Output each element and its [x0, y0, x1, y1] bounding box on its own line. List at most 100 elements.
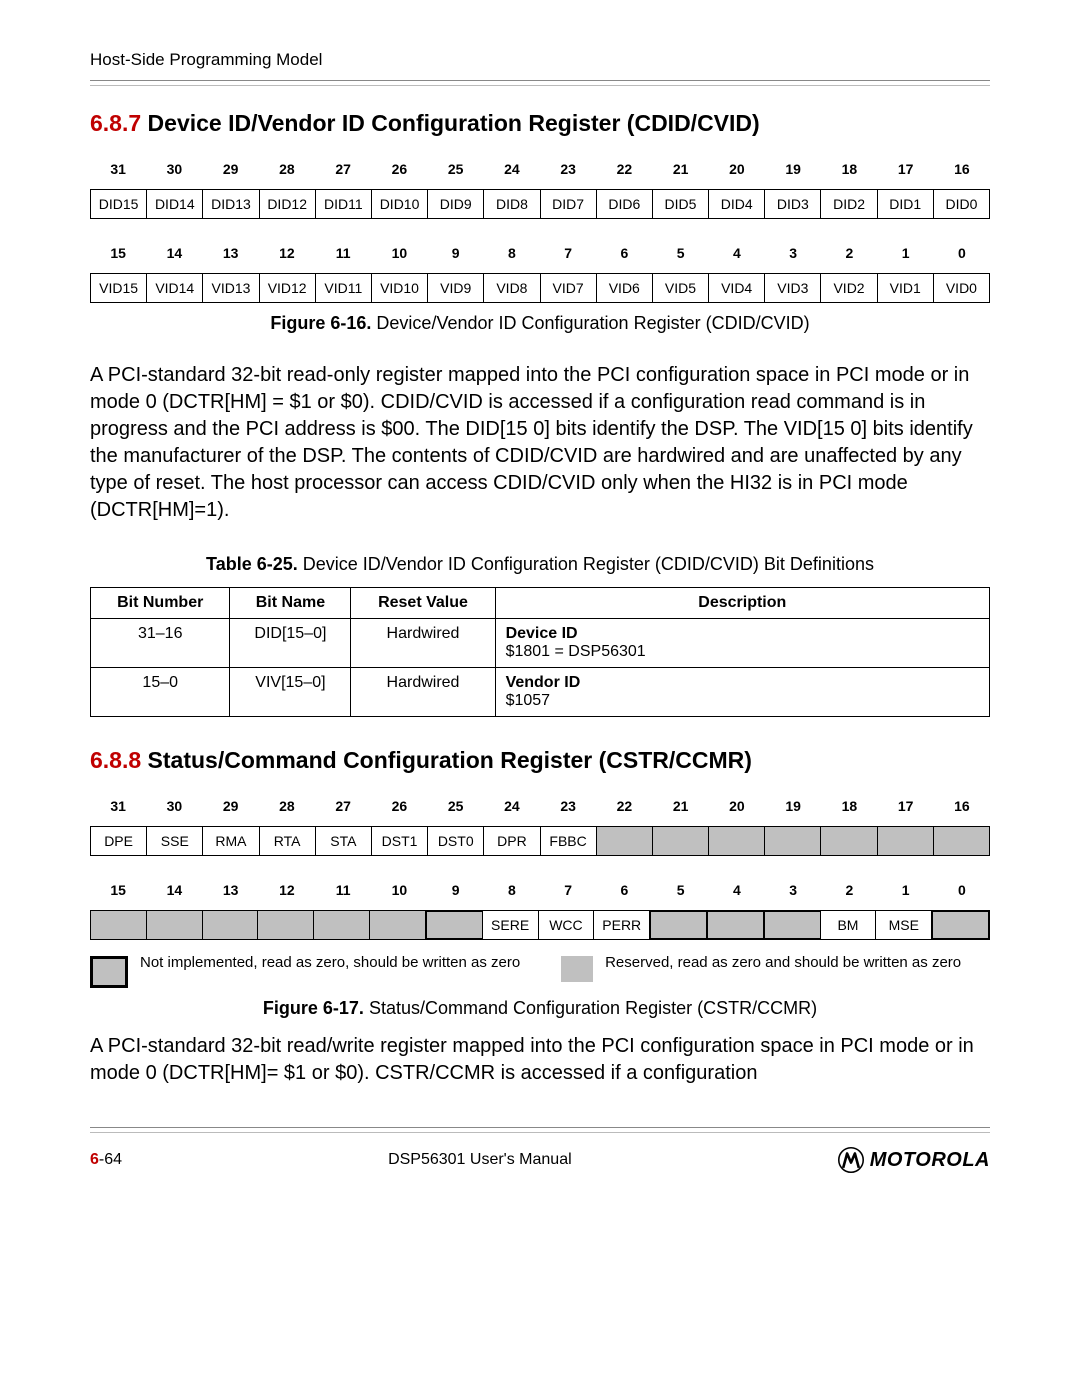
bit-number: 28 — [259, 794, 315, 818]
bit-number-row-31-16: 31302928272625242322212019181716 — [90, 794, 990, 818]
bit-number: 27 — [315, 794, 371, 818]
bit-field: VID7 — [540, 273, 596, 303]
bit-number: 16 — [934, 794, 990, 818]
bit-number: 10 — [371, 241, 427, 265]
bit-number: 7 — [540, 241, 596, 265]
figure-label: Figure 6-17. — [263, 998, 364, 1018]
bit-number: 3 — [765, 241, 821, 265]
bit-field: DID11 — [315, 189, 371, 219]
bit-number: 27 — [315, 157, 371, 181]
bit-number: 16 — [934, 157, 990, 181]
bit-number: 12 — [259, 241, 315, 265]
figure-title: Status/Command Configuration Register (C… — [364, 998, 817, 1018]
bit-field: DID10 — [371, 189, 427, 219]
table-cell: DID[15–0] — [230, 619, 351, 668]
section-body-688: A PCI-standard 32-bit read/write registe… — [90, 1033, 990, 1087]
bit-field: VID10 — [371, 273, 427, 303]
bit-number: 4 — [709, 241, 765, 265]
bit-field: DID13 — [202, 189, 258, 219]
legend-swatch-reserved — [561, 956, 593, 982]
bit-field: DID14 — [146, 189, 202, 219]
bit-field: DID15 — [90, 189, 146, 219]
bit-field: VID4 — [708, 273, 764, 303]
bit-field-row-did: DID15DID14DID13DID12DID11DID10DID9DID8DI… — [90, 189, 990, 219]
bit-field: BM — [820, 910, 876, 940]
bit-number: 30 — [146, 157, 202, 181]
table-row: 31–16DID[15–0]HardwiredDevice ID$1801 = … — [91, 619, 990, 668]
bit-field: DID7 — [540, 189, 596, 219]
bit-field: DID9 — [427, 189, 483, 219]
bit-number: 23 — [540, 157, 596, 181]
header-rule — [90, 80, 990, 86]
bit-number-row-15-0: 1514131211109876543210 — [90, 241, 990, 265]
bit-field: VID13 — [202, 273, 258, 303]
bit-field: VID14 — [146, 273, 202, 303]
bit-number: 17 — [878, 794, 934, 818]
section-number: 6.8.8 — [90, 747, 141, 773]
table-cell: Device ID$1801 = DSP56301 — [495, 619, 989, 668]
bit-field: RMA — [202, 826, 258, 856]
bit-field-row-status: DPESSERMARTASTADST1DST0DPRFBBC — [90, 826, 990, 856]
bit-field: DID3 — [764, 189, 820, 219]
bit-number: 17 — [878, 157, 934, 181]
bit-number: 22 — [596, 157, 652, 181]
bit-number: 9 — [428, 241, 484, 265]
bit-number: 5 — [653, 878, 709, 902]
bit-number: 2 — [821, 878, 877, 902]
section-heading-687: 6.8.7 Device ID/Vendor ID Configuration … — [90, 110, 990, 137]
bit-number: 18 — [821, 157, 877, 181]
bit-number: 25 — [428, 794, 484, 818]
bit-field-row-vid: VID15VID14VID13VID12VID11VID10VID9VID8VI… — [90, 273, 990, 303]
bit-number: 2 — [821, 241, 877, 265]
bit-field: VID12 — [259, 273, 315, 303]
bit-field: DPE — [90, 826, 146, 856]
bit-field: VID8 — [483, 273, 539, 303]
footer-rule — [90, 1127, 990, 1133]
bit-number: 24 — [484, 157, 540, 181]
bit-number: 29 — [203, 157, 259, 181]
bit-field — [764, 826, 820, 856]
table-title: Device ID/Vendor ID Configuration Regist… — [298, 554, 874, 574]
bit-number: 3 — [765, 878, 821, 902]
bit-number: 18 — [821, 794, 877, 818]
figure-label: Figure 6-16. — [270, 313, 371, 333]
bit-field — [763, 910, 820, 940]
bit-field: VID5 — [652, 273, 708, 303]
bit-number: 26 — [371, 157, 427, 181]
figure-title: Device/Vendor ID Configuration Register … — [371, 313, 809, 333]
table-cell: 31–16 — [91, 619, 230, 668]
bit-number: 28 — [259, 157, 315, 181]
bit-field — [369, 910, 425, 940]
bit-field: VID11 — [315, 273, 371, 303]
bit-number: 22 — [596, 794, 652, 818]
bit-field — [820, 826, 876, 856]
bit-field — [90, 910, 146, 940]
bit-field — [146, 910, 202, 940]
bit-field: VID3 — [764, 273, 820, 303]
bit-field: DID1 — [877, 189, 933, 219]
bit-number: 13 — [203, 878, 259, 902]
bit-field: DID0 — [933, 189, 990, 219]
bit-number: 31 — [90, 157, 146, 181]
bit-field: DST0 — [427, 826, 483, 856]
bit-field: VID1 — [877, 273, 933, 303]
table-cell: Hardwired — [351, 619, 495, 668]
bit-number: 0 — [934, 878, 990, 902]
bit-number: 20 — [709, 794, 765, 818]
table-caption-625: Table 6-25. Device ID/Vendor ID Configur… — [90, 554, 990, 575]
legend-text-not-implemented: Not implemented, read as zero, should be… — [140, 954, 549, 971]
bit-number: 1 — [878, 241, 934, 265]
section-title: Device ID/Vendor ID Configuration Regist… — [141, 110, 760, 136]
bit-number: 0 — [934, 241, 990, 265]
bit-field-row-command: SEREWCCPERRBMMSE — [90, 910, 990, 940]
bit-number: 8 — [484, 878, 540, 902]
figure-caption-617: Figure 6-17. Status/Command Configuratio… — [90, 998, 990, 1019]
bit-field: PERR — [593, 910, 649, 940]
bit-field: DID6 — [596, 189, 652, 219]
bit-field: VID9 — [427, 273, 483, 303]
bit-field — [596, 826, 652, 856]
bit-field — [877, 826, 933, 856]
bit-field: DID8 — [483, 189, 539, 219]
bit-number: 1 — [878, 878, 934, 902]
bit-number: 8 — [484, 241, 540, 265]
